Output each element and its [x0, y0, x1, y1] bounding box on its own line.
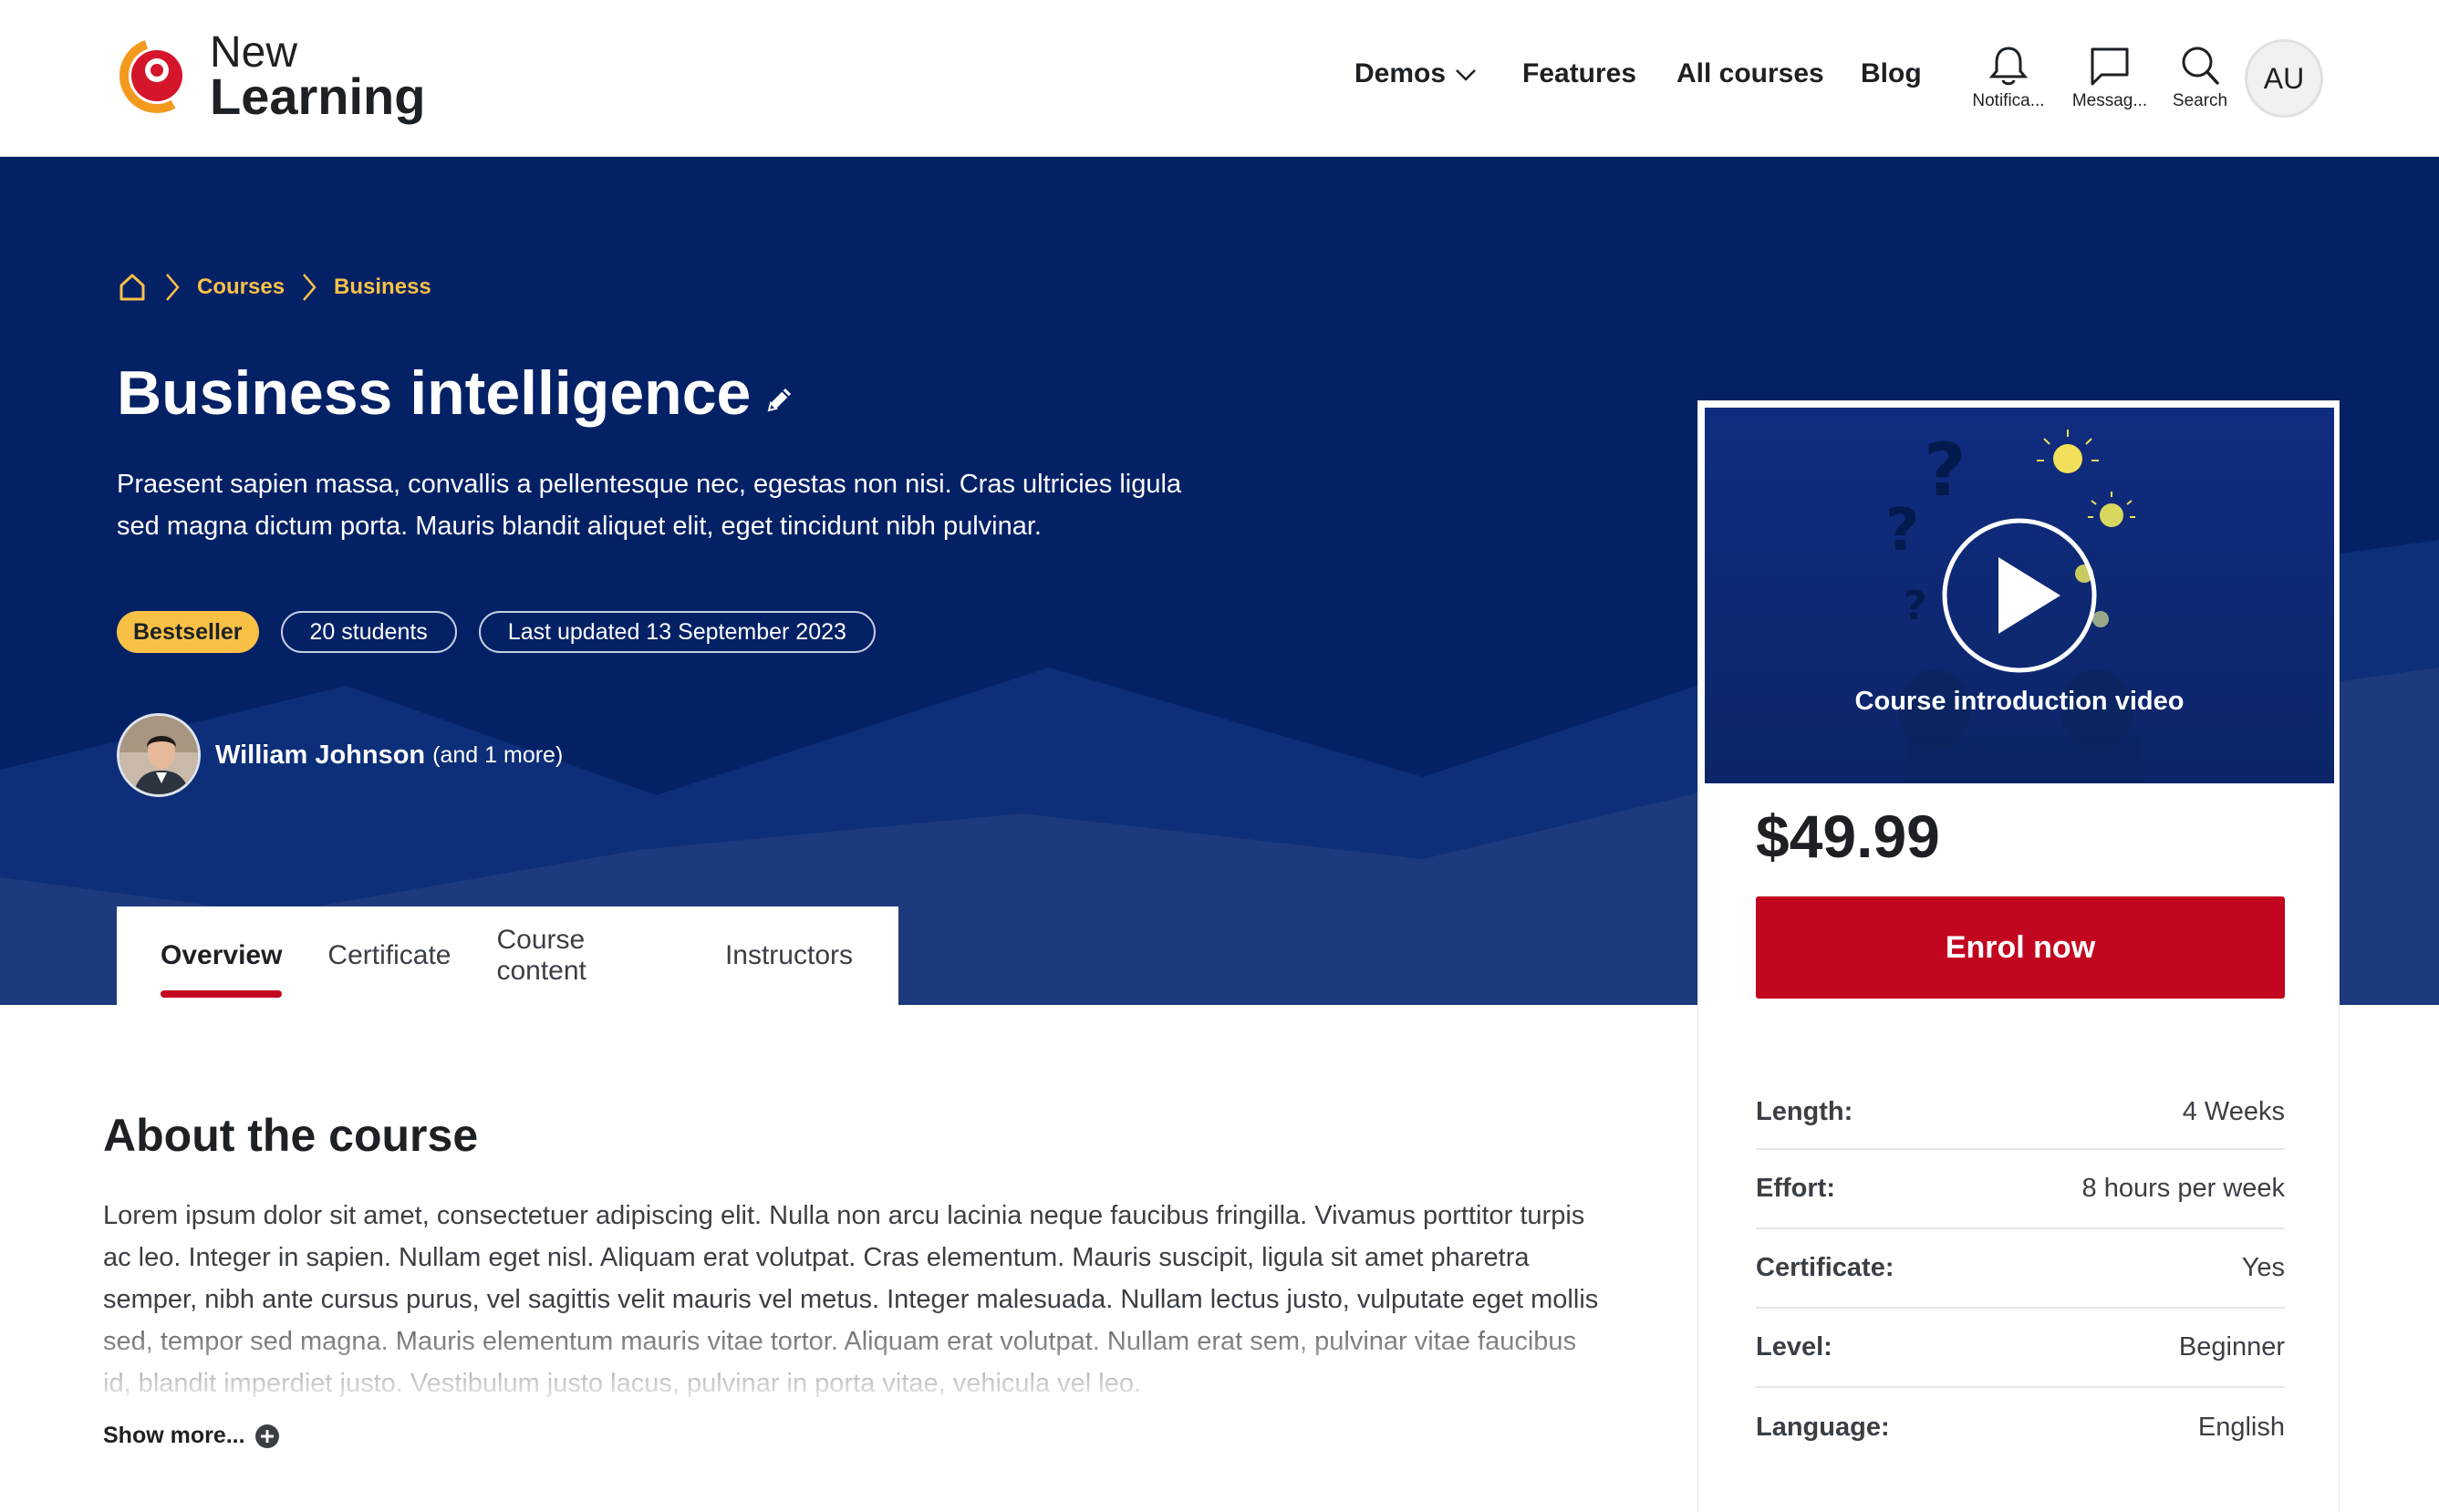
fact-label: Length: — [1756, 1097, 1853, 1126]
nav-all-courses[interactable]: All courses — [1676, 58, 1824, 89]
search-label: Search — [2172, 91, 2228, 110]
plus-circle-icon — [254, 1424, 279, 1448]
svg-text:?: ? — [1885, 497, 1919, 564]
fact-row: Level: Beginner — [1756, 1309, 2285, 1388]
user-avatar[interactable]: AU — [2245, 39, 2323, 118]
course-price: $49.99 — [1756, 803, 1940, 870]
fact-label: Certificate: — [1756, 1253, 1894, 1282]
course-badges: Bestseller 20 students Last updated 13 S… — [117, 611, 898, 653]
about-text-fade — [91, 1306, 1605, 1406]
author-more: (and 1 more) — [432, 741, 564, 768]
author-name: William Johnson — [215, 740, 426, 770]
fact-row: Certificate: Yes — [1756, 1229, 2285, 1309]
chevron-right-icon — [303, 274, 317, 301]
messages-button[interactable]: Messag... — [2064, 44, 2155, 111]
nav-demos[interactable]: Demos — [1354, 58, 1477, 89]
tab-instructors[interactable]: Instructors — [725, 906, 853, 1005]
fact-value: 8 hours per week — [2081, 1174, 2285, 1203]
course-intro-video[interactable]: ? ? ? Course introduction video — [1705, 408, 2334, 783]
pencil-icon[interactable] — [763, 385, 794, 416]
course-enrol-card: ? ? ? Course introduction video $49.99 E… — [1698, 401, 2339, 1512]
students-badge: 20 students — [280, 611, 457, 653]
chevron-right-icon — [166, 274, 180, 301]
author-avatar — [117, 713, 201, 797]
course-tabs: Overview Certificate Course content Inst… — [117, 906, 898, 1005]
fact-label: Level: — [1756, 1332, 1832, 1362]
fact-value: English — [2197, 1413, 2285, 1442]
fact-row: Length: 4 Weeks — [1756, 1079, 2285, 1150]
video-label: Course introduction video — [1854, 687, 2185, 716]
last-updated-badge: Last updated 13 September 2023 — [478, 611, 876, 653]
fact-label: Effort: — [1756, 1174, 1835, 1203]
course-title: Business intelligence — [117, 358, 752, 428]
fact-label: Language: — [1756, 1413, 1890, 1442]
svg-text:?: ? — [1904, 583, 1927, 629]
course-facts: Length: 4 Weeks Effort: 8 hours per week… — [1756, 1079, 2285, 1467]
fact-row: Effort: 8 hours per week — [1756, 1150, 2285, 1229]
search-button[interactable]: Search — [2154, 44, 2246, 111]
course-author[interactable]: William Johnson (and 1 more) — [117, 713, 563, 797]
notifications-label: Notifica... — [1972, 91, 2045, 110]
home-icon[interactable] — [117, 272, 148, 303]
enrol-now-button[interactable]: Enrol now — [1756, 896, 2285, 999]
notifications-button[interactable]: Notifica... — [1963, 44, 2054, 111]
bell-icon — [1988, 47, 2029, 86]
site-logo[interactable]: New Learning — [115, 31, 425, 122]
site-header: New Learning Demos Features All courses … — [0, 0, 2439, 157]
breadcrumb-business[interactable]: Business — [334, 274, 431, 300]
message-icon — [2091, 47, 2129, 86]
bestseller-badge: Bestseller — [117, 611, 259, 653]
nav-blog[interactable]: Blog — [1861, 58, 1922, 89]
show-more-label: Show more... — [103, 1423, 245, 1448]
tab-overview[interactable]: Overview — [161, 906, 283, 1005]
messages-label: Messag... — [2071, 91, 2148, 110]
tab-course-content[interactable]: Course content — [496, 906, 679, 1005]
fact-value: Yes — [2241, 1253, 2285, 1282]
chevron-down-icon — [1456, 69, 1476, 81]
nav-demos-label: Demos — [1354, 58, 1447, 88]
logo-icon — [119, 38, 194, 113]
fact-value: Beginner — [2178, 1332, 2285, 1362]
about-heading: About the course — [103, 1110, 479, 1161]
fact-row: Language: English — [1756, 1388, 2285, 1467]
video-thumbnail: ? ? ? — [1705, 408, 2334, 783]
breadcrumb: Courses Business — [117, 272, 431, 303]
show-more-button[interactable]: Show more... — [103, 1423, 280, 1449]
tab-certificate[interactable]: Certificate — [327, 906, 451, 1005]
logo-text-learning: Learning — [210, 67, 426, 125]
breadcrumb-courses[interactable]: Courses — [197, 274, 285, 300]
search-icon — [2182, 47, 2219, 85]
fact-value: 4 Weeks — [2182, 1097, 2285, 1126]
course-summary: Praesent sapien massa, convallis a pelle… — [117, 470, 1182, 541]
nav-features[interactable]: Features — [1522, 58, 1636, 89]
svg-text:?: ? — [1924, 428, 1966, 513]
